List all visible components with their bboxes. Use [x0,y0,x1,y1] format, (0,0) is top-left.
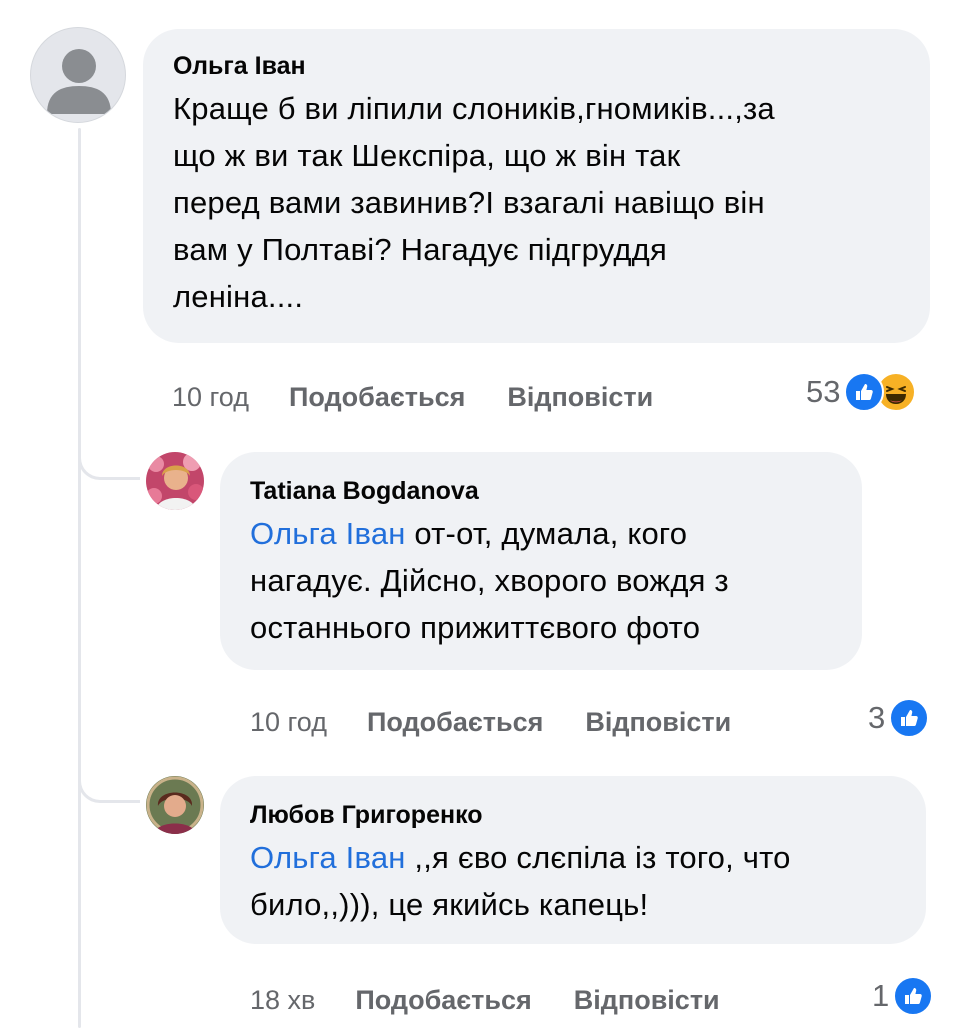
reply-text: Ольга Іван ,,я єво слєпіла із того, что … [250,840,791,922]
comment-timestamp[interactable]: 10 год [172,382,249,413]
comment-text: Краще б ви ліпили слоників,гномиків...,з… [173,91,775,314]
like-icon [893,976,934,1016]
reply-connector [78,775,140,803]
comment-actions: 10 год Подобається Відповісти [172,377,695,417]
reply-connector [78,452,140,480]
reaction-summary[interactable]: 53 [806,372,917,412]
reply-bubble: Любов Григоренко Ольга Іван ,,я єво слєп… [220,776,926,944]
reaction-summary[interactable]: 3 [868,698,930,738]
reply-button[interactable]: Відповісти [585,707,731,738]
reaction-count: 3 [868,700,886,735]
mention-link[interactable]: Ольга Іван [250,840,406,875]
avatar-tatiana[interactable] [146,452,204,510]
reaction-summary[interactable]: 1 [872,976,934,1016]
avatar-default[interactable] [30,27,126,123]
thread-line [78,128,81,1028]
profile-photo-icon [146,452,204,510]
like-button[interactable]: Подобається [367,707,543,738]
reply-timestamp[interactable]: 18 хв [250,985,315,1016]
like-button[interactable]: Подобається [355,985,531,1016]
reply-author[interactable]: Tatiana Bogdanova [250,476,832,506]
profile-photo-icon [146,776,204,834]
comment-bubble: Ольга Іван Краще б ви ліпили слоників,гн… [143,29,930,343]
mention-link[interactable]: Ольга Іван [250,516,406,551]
reply-button[interactable]: Відповісти [507,382,653,413]
reaction-count: 1 [872,978,890,1013]
reply-actions: 18 хв Подобається Відповісти [250,980,762,1020]
user-silhouette-icon [47,49,111,114]
avatar-lyubov[interactable] [146,776,204,834]
like-icon [889,698,930,738]
like-button[interactable]: Подобається [289,382,465,413]
reply-button[interactable]: Відповісти [574,985,720,1016]
reaction-count: 53 [806,374,841,409]
reply-author[interactable]: Любов Григоренко [250,800,896,830]
reply-actions: 10 год Подобається Відповісти [250,702,773,742]
reply-text: Ольга Іван от-от, думала, кого нагадує. … [250,516,729,645]
reply-timestamp[interactable]: 10 год [250,707,327,738]
comment-author[interactable]: Ольга Іван [173,51,900,81]
reply-bubble: Tatiana Bogdanova Ольга Іван от-от, дума… [220,452,862,670]
